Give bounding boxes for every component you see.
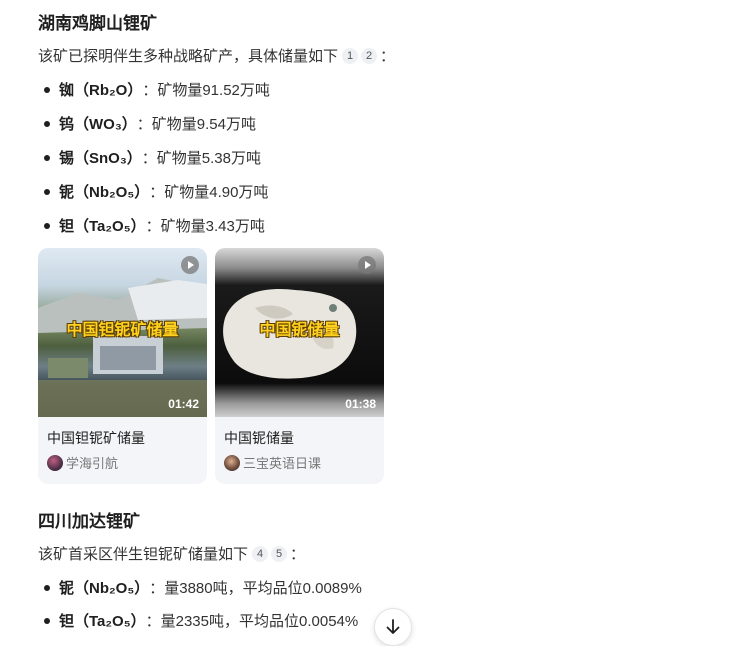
intro-colon: ： (380, 48, 396, 65)
mineral-name: 钽（Ta₂O₅） (59, 218, 146, 235)
video-duration: 01:42 (168, 397, 199, 411)
separator: ： (142, 82, 158, 99)
intro-colon: ： (290, 546, 306, 563)
mineral-value: 矿物量3.43万吨 (160, 218, 265, 235)
video-title[interactable]: 中国铌储量 (224, 428, 294, 448)
author-name: 学海引航 (66, 456, 119, 471)
video-title[interactable]: 中国钽铌矿储量 (47, 428, 145, 448)
separator: ： (149, 580, 165, 597)
citation-1[interactable]: 1 (342, 47, 359, 64)
author-name: 三宝英语日课 (243, 456, 322, 471)
bullet (44, 154, 50, 161)
video-duration: 01:38 (345, 397, 376, 411)
chat-answer: 湖南鸡脚山锂矿 该矿已探明伴生多种战略矿产，具体储量如下 1 2 ： 铷（Rb₂… (0, 0, 740, 646)
video-thumbnail[interactable]: 中国钽铌矿储量 01:42 (38, 248, 207, 417)
mineral-value: 矿物量9.54万吨 (151, 116, 256, 133)
arrow-down-icon (386, 619, 400, 634)
list-item: 钽（Ta₂O₅） ： 矿物量3.43万吨 (44, 215, 265, 236)
section2-intro: 该矿首采区伴生钽铌矿储量如下 4 5 ： (38, 543, 305, 564)
bullet (44, 584, 50, 591)
list-item: 锡（SnO₃） ： 矿物量5.38万吨 (44, 147, 261, 168)
citation-5[interactable]: 5 (271, 545, 288, 562)
bullet (44, 120, 50, 127)
intro-text: 该矿首采区伴生钽铌矿储量如下 (38, 546, 249, 563)
section-title-hunan: 湖南鸡脚山锂矿 (38, 14, 157, 33)
thumbnail-caption: 中国钽铌矿储量 (66, 322, 179, 339)
video-author[interactable]: 学海引航 (47, 453, 118, 472)
list-item: 铌（Nb₂O₅） ： 矿物量4.90万吨 (44, 181, 268, 202)
mineral-name: 铌（Nb₂O₅） (59, 580, 150, 597)
list-item: 铌（Nb₂O₅） ： 量3880吨，平均品位0.0089% (44, 577, 362, 598)
mineral-value: 量2335吨，平均品位0.0054% (160, 613, 359, 630)
bullet (44, 188, 50, 195)
video-thumbnail[interactable]: 中国铌储量 01:38 (215, 248, 384, 417)
video-card-1[interactable]: 中国钽铌矿储量 01:42 中国钽铌矿储量 学海引航 (38, 248, 207, 484)
section-title-sichuan: 四川加达锂矿 (38, 512, 140, 531)
list-item: 钨（WO₃） ： 矿物量9.54万吨 (44, 113, 256, 134)
avatar (224, 454, 240, 471)
play-icon[interactable] (181, 256, 199, 274)
citation-4[interactable]: 4 (252, 545, 269, 562)
mineral-value: 矿物量4.90万吨 (164, 184, 269, 201)
mineral-value: 量3880吨，平均品位0.0089% (164, 580, 362, 597)
bullet (44, 617, 50, 624)
avatar (47, 454, 63, 471)
mineral-value: 矿物量5.38万吨 (156, 150, 261, 167)
separator: ： (141, 150, 157, 167)
section1-intro: 该矿已探明伴生多种战略矿产，具体储量如下 1 2 ： (38, 45, 395, 66)
list-item: 钽（Ta₂O₅） ： 量2335吨，平均品位0.0054% (44, 610, 358, 631)
bullet (44, 222, 50, 229)
mineral-name: 钽（Ta₂O₅） (59, 613, 146, 630)
mineral-name: 铌（Nb₂O₅） (59, 184, 150, 201)
thumbnail-caption: 中国铌储量 (259, 322, 340, 339)
mineral-name: 钨（WO₃） (59, 116, 137, 133)
intro-text: 该矿已探明伴生多种战略矿产，具体储量如下 (38, 48, 339, 65)
bullet (44, 86, 50, 93)
citation-2[interactable]: 2 (361, 47, 378, 64)
separator: ： (145, 218, 161, 235)
mineral-value: 矿物量91.52万吨 (157, 82, 270, 99)
scroll-down-button[interactable] (374, 608, 412, 646)
mineral-name: 铷（Rb₂O） (59, 82, 143, 99)
separator: ： (145, 613, 161, 630)
list-item: 铷（Rb₂O） ： 矿物量91.52万吨 (44, 79, 270, 100)
video-card-2[interactable]: 中国铌储量 01:38 中国铌储量 三宝英语日课 (215, 248, 384, 484)
separator: ： (136, 116, 152, 133)
video-author[interactable]: 三宝英语日课 (224, 453, 321, 472)
mineral-name: 锡（SnO₃） (59, 150, 142, 167)
play-icon[interactable] (358, 256, 376, 274)
separator: ： (149, 184, 165, 201)
